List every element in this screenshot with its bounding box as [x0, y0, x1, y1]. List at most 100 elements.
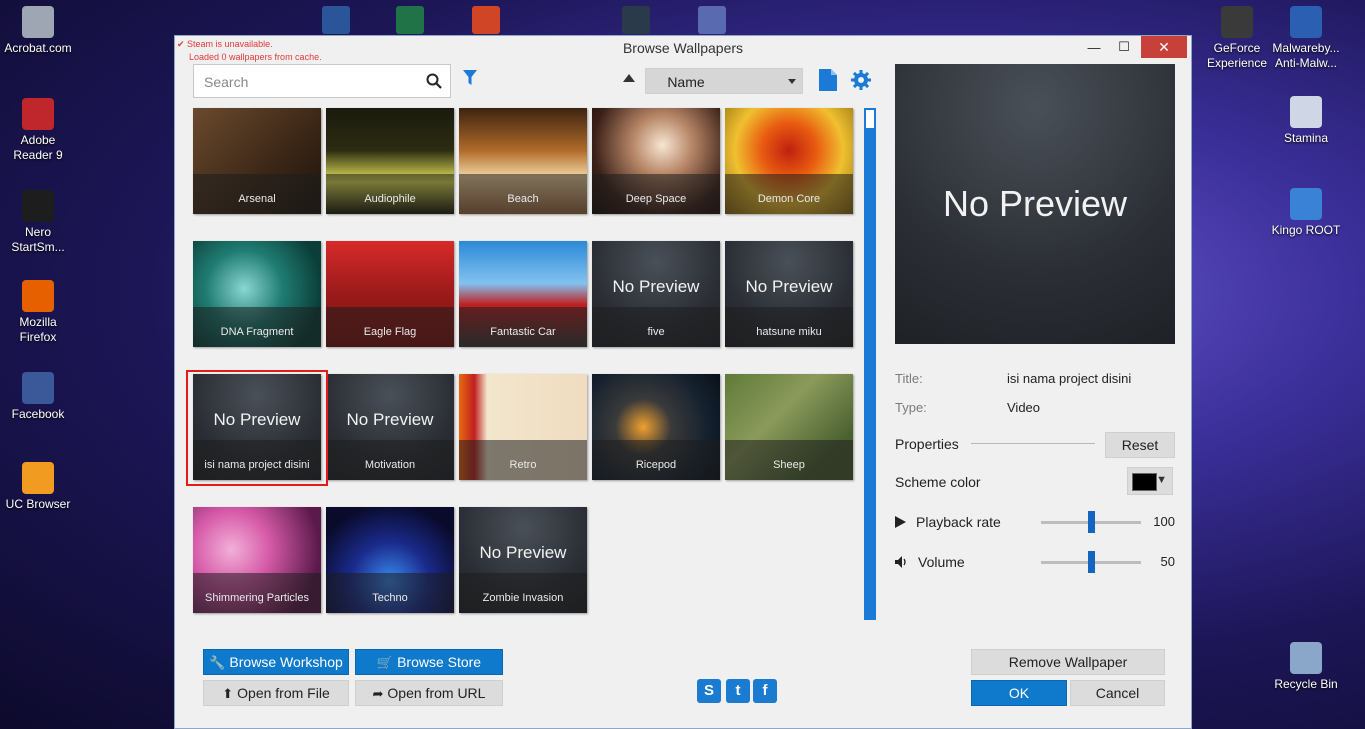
scheme-color-label: Scheme color [895, 474, 981, 490]
cache-note-text: Loaded 0 wallpapers from cache. [189, 52, 322, 62]
browse-workshop-label: Browse Workshop [229, 654, 343, 670]
sort-dropdown[interactable]: Name [645, 68, 803, 94]
wallpaper-tile[interactable]: DNA Fragment [193, 241, 321, 347]
sort-direction-button[interactable] [623, 74, 635, 82]
remove-wallpaper-button[interactable]: Remove Wallpaper [971, 649, 1165, 675]
browse-store-button[interactable]: 🛒 Browse Store [355, 649, 503, 675]
no-preview-text: No Preview [612, 277, 700, 296]
sort-dropdown-value: Name [667, 74, 705, 90]
wallpaper-tile[interactable]: Eagle Flag [326, 241, 454, 347]
desktop-icon-l0[interactable]: Acrobat.com [0, 6, 76, 56]
desktop-icon-r2[interactable]: Stamina [1268, 96, 1344, 146]
desktop-icon-label: Adobe Reader 9 [13, 133, 63, 162]
wallpaper-title: Techno [326, 573, 454, 613]
wallpaper-tile[interactable]: Deep Space [592, 108, 720, 214]
volume-slider-handle[interactable] [1088, 551, 1095, 573]
app-icon[interactable] [698, 6, 726, 34]
lightroom-icon[interactable] [622, 6, 650, 34]
twitter-icon[interactable]: t [726, 679, 750, 703]
facebook-share-icon[interactable]: f [753, 679, 777, 703]
scrollbar-thumb[interactable] [866, 110, 874, 128]
playback-rate-slider-handle[interactable] [1088, 511, 1095, 533]
wallpaper-title: Audiophile [326, 174, 454, 214]
search-icon[interactable] [426, 73, 442, 89]
firefox-icon [22, 280, 54, 312]
ok-button[interactable]: OK [971, 680, 1067, 706]
desktop-icon-l1[interactable]: Adobe Reader 9 [0, 98, 76, 163]
acrobat-icon [22, 6, 54, 38]
desktop-icon-label: Stamina [1283, 131, 1329, 145]
search-input[interactable] [204, 72, 419, 92]
open-from-file-button[interactable]: ⬆ Open from File [203, 680, 349, 706]
wallpaper-title: hatsune miku [725, 307, 853, 347]
wallpaper-grid: Arsenal Audiophile Beach Deep Space Demon Co… [193, 108, 856, 618]
open-from-url-button[interactable]: ➦ Open from URL [355, 680, 503, 706]
word-icon[interactable] [322, 6, 350, 34]
desktop-icon-label: Facebook [11, 407, 65, 421]
wallpaper-tile[interactable]: No Preview hatsune miku [725, 241, 853, 347]
wallpaper-tile[interactable]: Arsenal [193, 108, 321, 214]
preview-no-preview-text: No Preview [942, 183, 1128, 224]
wallpaper-title: Beach [459, 174, 587, 214]
wallpaper-title: Ricepod [592, 440, 720, 480]
wallpaper-title: Retro [459, 440, 587, 480]
wallpaper-tile[interactable]: No Preview Motivation [326, 374, 454, 480]
wallpaper-tile[interactable]: Shimmering Particles [193, 507, 321, 613]
wallpaper-tile[interactable]: Sheep [725, 374, 853, 480]
reset-button[interactable]: Reset [1105, 432, 1175, 458]
wallpaper-tile[interactable]: Fantastic Car [459, 241, 587, 347]
excel-icon[interactable] [396, 6, 424, 34]
type-value: Video [1007, 400, 1041, 415]
geforce-icon [1221, 6, 1253, 38]
scheme-color-swatch [1132, 473, 1157, 491]
gear-icon[interactable] [851, 70, 871, 90]
browse-workshop-button[interactable]: 🔧 Browse Workshop [203, 649, 349, 675]
desktop-icon-l4[interactable]: Facebook [0, 372, 76, 422]
cancel-button[interactable]: Cancel [1070, 680, 1165, 706]
wallpaper-title: Zombie Invasion [459, 573, 587, 613]
powerpoint-icon[interactable] [472, 6, 500, 34]
close-button[interactable]: ✕ [1141, 36, 1187, 58]
desktop-icon-r0[interactable]: GeForce Experience [1199, 6, 1275, 71]
wallpaper-title: Shimmering Particles [193, 573, 321, 613]
grid-scrollbar[interactable] [864, 108, 876, 620]
wallpaper-tile[interactable]: No Preview five [592, 241, 720, 347]
desktop-icon-l3[interactable]: Mozilla Firefox [0, 280, 76, 345]
play-icon [895, 516, 906, 528]
volume-value: 50 [1160, 554, 1175, 569]
wrench-icon: 🔧 [209, 655, 226, 670]
maximize-button[interactable]: ☐ [1109, 36, 1139, 58]
wallpaper-title: Eagle Flag [326, 307, 454, 347]
desktop-icon-l2[interactable]: Nero StartSm... [0, 190, 76, 255]
desktop-icon-l5[interactable]: UC Browser [0, 462, 76, 512]
minimize-button[interactable]: — [1079, 36, 1109, 58]
wallpaper-tile[interactable]: Audiophile [326, 108, 454, 214]
filter-icon[interactable] [463, 70, 477, 86]
desktop-icon-label: Mozilla Firefox [19, 315, 57, 344]
share-arrow-icon: ➦ [372, 686, 384, 701]
wallpaper-tile[interactable]: Retro [459, 374, 587, 480]
wallpaper-tile[interactable]: Techno [326, 507, 454, 613]
desktop-icon-label: Acrobat.com [4, 41, 72, 55]
warning-icon: ✔ [177, 39, 188, 49]
adobe-reader-icon [22, 98, 54, 130]
selection-highlight [186, 370, 328, 486]
open-from-url-label: Open from URL [387, 685, 486, 701]
document-icon[interactable] [819, 69, 837, 91]
volume-label: Volume [918, 554, 965, 570]
chevron-down-icon [788, 79, 796, 84]
desktop-icon-r4[interactable]: Recycle Bin [1268, 642, 1344, 692]
wallpaper-tile[interactable]: Demon Core [725, 108, 853, 214]
scheme-color-picker[interactable]: ▼ [1127, 467, 1173, 495]
type-label: Type: [895, 400, 927, 415]
desktop-icon-r3[interactable]: Kingo ROOT [1268, 188, 1344, 238]
wallpaper-tile[interactable]: No Preview Zombie Invasion [459, 507, 587, 613]
window-title: Browse Wallpapers [622, 40, 744, 56]
desktop-icon-r1[interactable]: Malwareby... Anti-Malw... [1268, 6, 1344, 71]
steam-error-text: Steam is unavailable. [187, 39, 273, 49]
wallpaper-tile[interactable]: Beach [459, 108, 587, 214]
wallpaper-tile[interactable]: Ricepod [592, 374, 720, 480]
desktop-icon-label: Recycle Bin [1274, 677, 1338, 691]
recycle-bin-icon [1290, 642, 1322, 674]
steam-icon[interactable]: S [697, 679, 721, 703]
